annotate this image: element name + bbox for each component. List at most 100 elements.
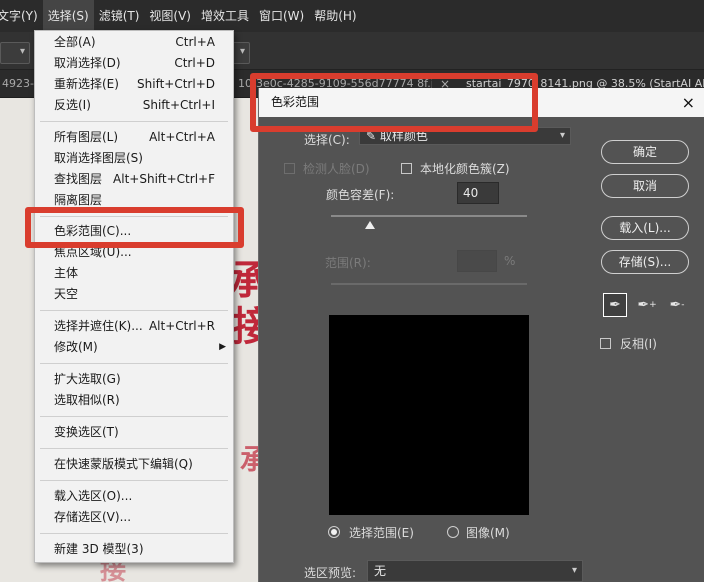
menu-item-transform-selection[interactable]: 变换选区(T): [35, 422, 233, 443]
submenu-arrow-icon: ▶: [219, 342, 226, 352]
menu-divider: [40, 310, 228, 311]
eyedropper-minus-icon[interactable]: ✒ -: [665, 293, 689, 317]
selection-preview-thumbnail[interactable]: [329, 315, 529, 515]
invert-label: 反相(I): [620, 337, 657, 351]
select-menu-dropdown: 全部(A) Ctrl+A 取消选择(D) Ctrl+D 重新选择(E) Shif…: [34, 30, 234, 563]
menu-item-label: 取消选择(D): [54, 56, 121, 70]
fuzziness-input[interactable]: 40: [457, 182, 499, 204]
menu-divider: [40, 363, 228, 364]
menu-item-select-and-mask[interactable]: 选择并遮住(K)... Alt+Ctrl+R: [35, 316, 233, 337]
menu-item-isolate-layers[interactable]: 隔离图层: [35, 190, 233, 211]
menu-item-label: 在快速蒙版模式下编辑(Q): [54, 457, 193, 471]
menu-divider: [40, 533, 228, 534]
menu-item-label: 隔离图层: [54, 193, 103, 207]
menu-item-label: 反选(I): [54, 98, 91, 112]
selection-preview-value: 无: [374, 564, 387, 578]
menu-item-grow[interactable]: 扩大选取(G): [35, 369, 233, 390]
menu-help[interactable]: 帮助(H): [309, 0, 361, 32]
menu-item-inverse[interactable]: 反选(I) Shift+Ctrl+I: [35, 95, 233, 116]
tab-document-1[interactable]: 4923-: [0, 70, 36, 98]
menu-item-label: 载入选区(O)...: [54, 489, 133, 503]
options-preset-select[interactable]: ▾: [0, 42, 30, 64]
menu-bar: 文字(Y) 选择(S) 滤镜(T) 视图(V) 增效工具 窗口(W) 帮助(H): [0, 0, 704, 32]
menu-item-quick-mask[interactable]: 在快速蒙版模式下编辑(Q): [35, 454, 233, 475]
menu-item-shortcut: Shift+Ctrl+D: [137, 77, 215, 91]
chevron-down-icon: ▾: [19, 46, 25, 57]
menu-item-label: 天空: [54, 287, 79, 301]
select-mode-value: 取样颜色: [379, 129, 428, 143]
menu-item-label: 色彩范围(C)...: [54, 224, 132, 238]
localized-clusters-checkbox[interactable]: [401, 163, 412, 174]
menu-item-shortcut: Alt+Shift+Ctrl+F: [113, 172, 215, 186]
menu-item-label: 重新选择(E): [54, 77, 119, 91]
dialog-titlebar[interactable]: 色彩范围 ×: [259, 88, 704, 117]
menu-item-label: 主体: [54, 266, 79, 280]
load-button[interactable]: 载入(L)...: [601, 216, 689, 240]
range-label: 范围(R):: [325, 256, 371, 270]
detect-faces-label: 检测人脸(D): [303, 162, 370, 176]
menu-item-similar[interactable]: 选取相似(R): [35, 390, 233, 411]
range-unit: %: [504, 254, 516, 268]
dialog-title: 色彩范围: [271, 95, 320, 109]
invert-checkbox[interactable]: [600, 338, 611, 349]
menu-item-focus-area[interactable]: 焦点区域(U)...: [35, 242, 233, 263]
menu-item-new-3d-model[interactable]: 新建 3D 模型(3): [35, 539, 233, 560]
range-slider-track: [331, 283, 527, 285]
menu-item-label: 所有图层(L): [54, 130, 119, 144]
menu-item-shortcut: Shift+Ctrl+I: [142, 98, 215, 112]
menu-item-reselect[interactable]: 重新选择(E) Shift+Ctrl+D: [35, 74, 233, 95]
menu-view[interactable]: 视图(V): [144, 0, 196, 32]
menu-item-subject[interactable]: 主体: [35, 263, 233, 284]
close-icon[interactable]: ×: [682, 88, 695, 117]
menu-item-label: 变换选区(T): [54, 425, 119, 439]
fuzziness-slider-track[interactable]: [331, 215, 527, 217]
chevron-down-icon: ▾: [239, 46, 245, 57]
eyedropper-plus-icon[interactable]: ✒ +: [635, 293, 659, 317]
menu-item-color-range[interactable]: 色彩范围(C)...: [35, 221, 233, 242]
menu-item-select-all[interactable]: 全部(A) Ctrl+A: [35, 32, 233, 53]
menu-item-label: 扩大选取(G): [54, 372, 121, 386]
menu-item-label: 查找图层: [54, 172, 103, 186]
selection-radio-label: 选择范围(E): [349, 526, 414, 540]
fuzziness-label: 颜色容差(F):: [326, 188, 395, 202]
cancel-button[interactable]: 取消: [601, 174, 689, 198]
selection-preview-label: 选区预览:: [304, 566, 357, 580]
selection-radio[interactable]: [328, 526, 340, 538]
menu-item-load-selection[interactable]: 载入选区(O)...: [35, 486, 233, 507]
menu-item-label: 新建 3D 模型(3): [54, 542, 144, 556]
detect-faces-checkbox[interactable]: [284, 163, 295, 174]
menu-window[interactable]: 窗口(W): [254, 0, 309, 32]
menu-item-modify[interactable]: 修改(M) ▶: [35, 337, 233, 358]
menu-filter[interactable]: 滤镜(T): [94, 0, 145, 32]
save-button[interactable]: 存储(S)...: [601, 250, 689, 274]
eyedropper-icon[interactable]: ✒: [603, 293, 627, 317]
menu-item-label: 取消选择图层(S): [54, 151, 143, 165]
range-input: [457, 250, 497, 272]
menu-plugins[interactable]: 增效工具: [196, 0, 254, 32]
menu-divider: [40, 448, 228, 449]
menu-item-save-selection[interactable]: 存储选区(V)...: [35, 507, 233, 528]
menu-item-all-layers[interactable]: 所有图层(L) Alt+Ctrl+A: [35, 127, 233, 148]
selection-preview-dropdown[interactable]: 无 ▾: [367, 560, 583, 582]
menu-item-label: 全部(A): [54, 35, 96, 49]
menu-item-deselect[interactable]: 取消选择(D) Ctrl+D: [35, 53, 233, 74]
menu-type[interactable]: 文字(Y): [0, 0, 43, 32]
menu-divider: [40, 121, 228, 122]
menu-divider: [40, 480, 228, 481]
menu-divider: [40, 216, 228, 217]
options-mode-select[interactable]: ▾: [232, 42, 250, 64]
fuzziness-slider-thumb[interactable]: [365, 221, 375, 229]
localized-clusters-label: 本地化颜色簇(Z): [420, 162, 510, 176]
menu-item-sky[interactable]: 天空: [35, 284, 233, 305]
menu-item-find-layers[interactable]: 查找图层 Alt+Shift+Ctrl+F: [35, 169, 233, 190]
menu-item-label: 选取相似(R): [54, 393, 120, 407]
menu-select[interactable]: 选择(S): [42, 0, 94, 32]
chevron-down-icon: ▾: [571, 565, 577, 576]
image-radio[interactable]: [447, 526, 459, 538]
menu-item-shortcut: Ctrl+D: [174, 56, 215, 70]
menu-item-label: 存储选区(V)...: [54, 510, 132, 524]
ok-button[interactable]: 确定: [601, 140, 689, 164]
menu-item-label: 修改(M): [54, 340, 98, 354]
menu-item-deselect-layers[interactable]: 取消选择图层(S): [35, 148, 233, 169]
select-mode-dropdown[interactable]: ✎ 取样颜色 ▾: [359, 127, 571, 145]
